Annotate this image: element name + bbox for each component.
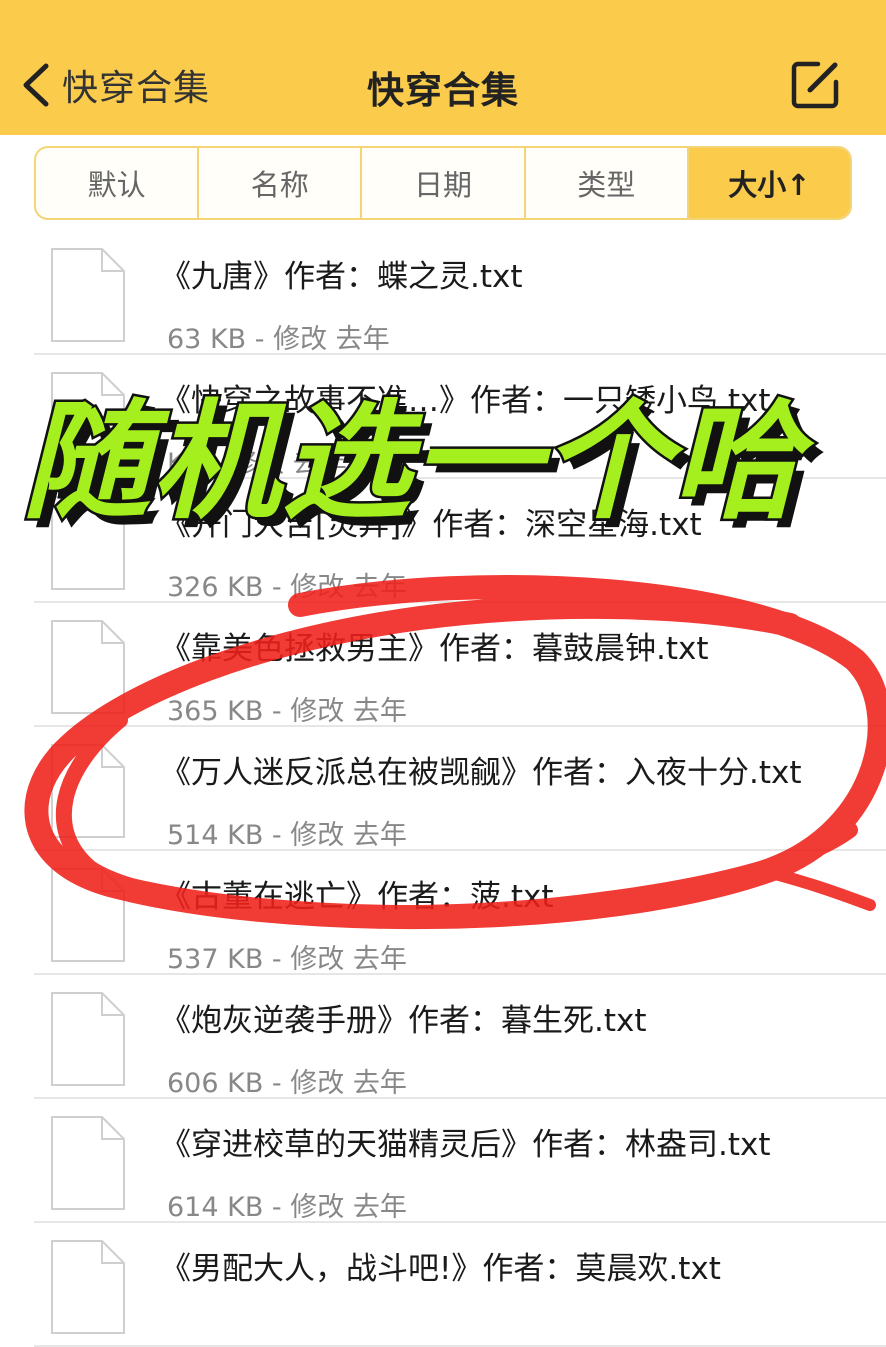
page-title: 快穿合集 xyxy=(367,69,519,112)
nav-bar: 快穿合集 快穿合集 xyxy=(0,0,886,135)
file-meta: 63 KB - 修改 去年 xyxy=(167,324,390,355)
file-row[interactable]: 《古董在逃亡》作者：菠.txt 537 KB - 修改 去年 xyxy=(0,851,886,975)
file-row[interactable]: 《炮灰逆袭手册》作者：暮生死.txt 606 KB - 修改 去年 xyxy=(0,975,886,1099)
document-icon xyxy=(51,1116,125,1210)
file-meta: 365 KB - 修改 去年 xyxy=(167,696,407,727)
sort-tab-name[interactable]: 名称 xyxy=(199,148,363,218)
file-meta: 514 KB - 修改 去年 xyxy=(167,820,407,851)
sort-tab-type[interactable]: 类型 xyxy=(526,148,689,218)
document-icon xyxy=(51,744,125,838)
file-name: 《古董在逃亡》作者：菠.txt xyxy=(160,879,554,915)
document-icon xyxy=(51,1240,125,1334)
file-row[interactable]: 《靠美色拯救男主》作者：暮鼓晨钟.txt 365 KB - 修改 去年 xyxy=(0,603,886,727)
document-icon xyxy=(51,868,125,962)
file-name: 《男配大人，战斗吧!》作者：莫晨欢.txt xyxy=(160,1251,721,1287)
file-name: 《九唐》作者：蝶之灵.txt xyxy=(160,259,523,295)
compose-icon[interactable] xyxy=(788,56,844,112)
sort-tab-default[interactable]: 默认 xyxy=(36,148,200,218)
file-row[interactable]: 《九唐》作者：蝶之灵.txt 63 KB - 修改 去年 xyxy=(0,231,886,355)
document-icon xyxy=(51,248,125,342)
file-row[interactable]: 《穿进校草的天猫精灵后》作者：林盎司.txt 614 KB - 修改 去年 xyxy=(0,1099,886,1223)
document-icon xyxy=(51,620,125,714)
file-name: 《穿进校草的天猫精灵后》作者：林盎司.txt xyxy=(160,1127,771,1163)
overlay-caption: 随机选一个哈 xyxy=(19,386,803,540)
file-row[interactable]: 《男配大人，战斗吧!》作者：莫晨欢.txt xyxy=(0,1223,886,1347)
sort-tab-size[interactable]: 大小↑ xyxy=(688,148,850,218)
file-meta: 326 KB - 修改 去年 xyxy=(167,572,407,603)
sort-tab-date[interactable]: 日期 xyxy=(362,148,526,218)
file-name: 《万人迷反派总在被觊觎》作者：入夜十分.txt xyxy=(160,755,802,791)
file-meta: 614 KB - 修改 去年 xyxy=(167,1192,407,1223)
file-name: 《靠美色拯救男主》作者：暮鼓晨钟.txt xyxy=(160,631,709,667)
file-row[interactable]: 《万人迷反派总在被觊觎》作者：入夜十分.txt 514 KB - 修改 去年 xyxy=(0,727,886,851)
document-icon xyxy=(51,992,125,1086)
sort-segmented-control: 默认 名称 日期 类型 大小↑ xyxy=(34,146,852,220)
file-meta: 537 KB - 修改 去年 xyxy=(167,944,407,975)
file-name: 《炮灰逆袭手册》作者：暮生死.txt xyxy=(160,1003,647,1039)
file-meta: 606 KB - 修改 去年 xyxy=(167,1068,407,1099)
